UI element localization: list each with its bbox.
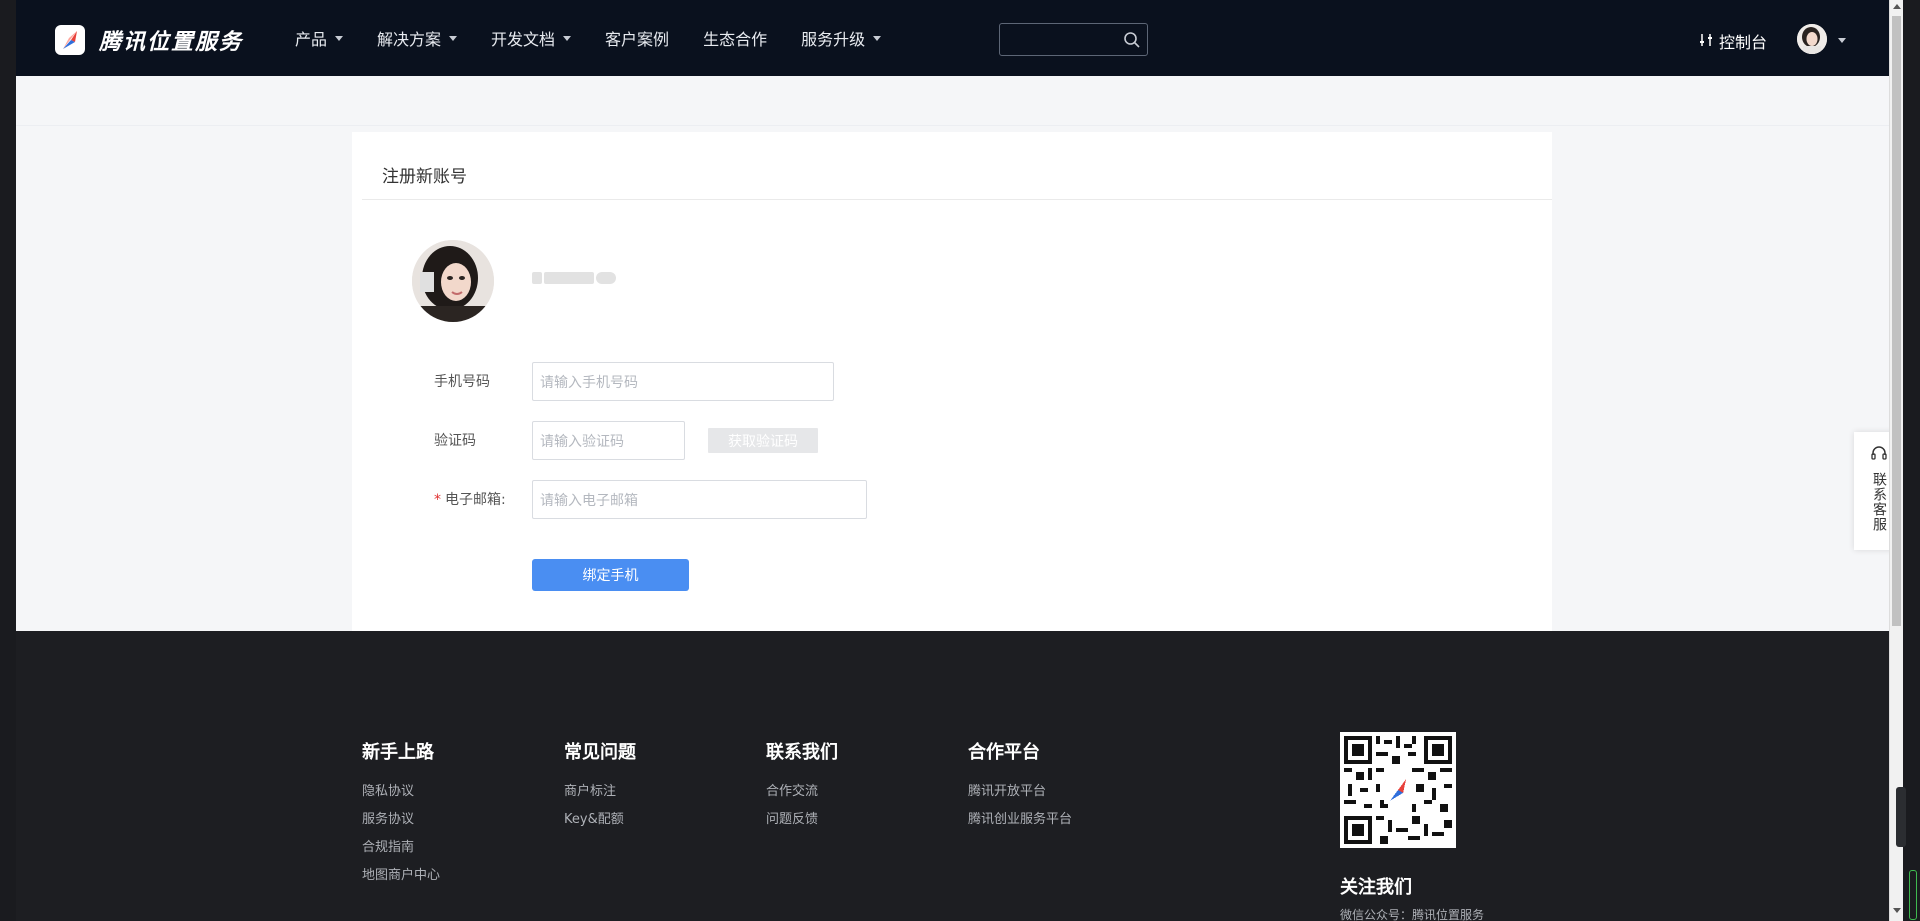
footer-col-title: 新手上路 <box>362 742 434 763</box>
sliders-icon <box>1699 32 1713 51</box>
footer-link-key-quota[interactable]: Key&配额 <box>564 806 636 834</box>
footer-link-startup-platform[interactable]: 腾讯创业服务平台 <box>968 806 1072 834</box>
footer-col-faq: 常见问题 商户标注 Key&配额 <box>564 738 636 834</box>
nav-label: 产品 <box>295 30 328 49</box>
headset-icon <box>1870 444 1888 466</box>
phone-input[interactable] <box>532 362 834 401</box>
footer-link-merchant-center[interactable]: 地图商户中心 <box>362 862 440 890</box>
footer-link-terms[interactable]: 服务协议 <box>362 806 440 834</box>
console-link[interactable]: 控制台 <box>1699 29 1767 53</box>
code-label: 验证码 <box>434 433 476 449</box>
phone-label: 手机号码 <box>434 374 490 390</box>
footer-col-getting-started: 新手上路 隐私协议 服务协议 合规指南 地图商户中心 <box>362 738 440 890</box>
footer-col-title: 合作平台 <box>968 742 1040 763</box>
sub-header-bar <box>16 76 1889 126</box>
footer-link-privacy[interactable]: 隐私协议 <box>362 778 440 806</box>
email-label: * 电子邮箱: <box>434 489 506 509</box>
nav-dev-docs[interactable]: 开发文档 <box>491 26 572 50</box>
required-mark: * <box>434 492 441 508</box>
browser-viewport: 腾讯位置服务 产品 解决方案 开发文档 客户案例 生态合作 服务升级 控制台 注… <box>16 0 1889 921</box>
divider <box>362 199 1552 200</box>
brand-logo[interactable]: 腾讯位置服务 <box>55 24 243 56</box>
nav-label: 生态合作 <box>703 30 768 49</box>
console-label: 控制台 <box>1719 33 1768 52</box>
username-masked <box>532 272 622 284</box>
profile-avatar <box>412 240 494 322</box>
status-indicator <box>1909 870 1917 920</box>
footer-link-cooperation[interactable]: 合作交流 <box>766 778 838 806</box>
footer-link-merchant-tag[interactable]: 商户标注 <box>564 778 636 806</box>
email-input[interactable] <box>532 480 867 519</box>
page-title: 注册新账号 <box>382 167 467 187</box>
nav-solutions[interactable]: 解决方案 <box>377 26 458 50</box>
scroll-down-icon[interactable] <box>1893 908 1901 913</box>
customer-service-label: 联系客服 <box>1871 472 1887 532</box>
nav-products[interactable]: 产品 <box>295 26 344 50</box>
caret-down-icon <box>335 35 344 41</box>
caret-down-icon[interactable] <box>1838 38 1846 43</box>
customer-service-float[interactable]: 联系客服 <box>1854 432 1889 550</box>
nav-service-upgrade[interactable]: 服务升级 <box>801 26 882 50</box>
side-widget <box>1896 787 1906 847</box>
qr-code <box>1340 732 1456 848</box>
window-edge <box>1903 0 1920 921</box>
search-icon[interactable] <box>1123 31 1141 53</box>
caret-down-icon <box>873 35 882 41</box>
verification-code-input[interactable] <box>532 421 685 460</box>
follow-us-title: 关注我们 <box>1340 877 1412 898</box>
search-input[interactable] <box>1000 24 1115 55</box>
wechat-account: 微信公众号：腾讯位置服务 <box>1340 908 1485 921</box>
footer: 新手上路 隐私协议 服务协议 合规指南 地图商户中心 常见问题 商户标注 Key… <box>16 631 1889 921</box>
register-card: 注册新账号 手机号码 验证码 获取验证码 *电 <box>352 132 1552 632</box>
search-box <box>999 23 1148 56</box>
footer-col-contact: 联系我们 合作交流 问题反馈 <box>766 738 838 834</box>
get-code-button[interactable]: 获取验证码 <box>708 428 818 453</box>
compass-logo-icon <box>55 25 85 55</box>
email-label-text: 电子邮箱: <box>445 492 506 508</box>
caret-down-icon <box>449 35 458 41</box>
scrollbar-thumb[interactable] <box>1892 16 1901 626</box>
nav-ecosystem[interactable]: 生态合作 <box>703 26 767 50</box>
nav-label: 解决方案 <box>377 30 442 49</box>
top-header: 腾讯位置服务 产品 解决方案 开发文档 客户案例 生态合作 服务升级 控制台 <box>16 0 1889 76</box>
footer-link-open-platform[interactable]: 腾讯开放平台 <box>968 778 1072 806</box>
nav-label: 服务升级 <box>801 30 866 49</box>
footer-col-title: 常见问题 <box>564 742 636 763</box>
footer-col-title: 联系我们 <box>766 742 838 763</box>
bind-phone-button[interactable]: 绑定手机 <box>532 559 689 591</box>
brand-name: 腾讯位置服务 <box>99 30 244 55</box>
nav-label: 客户案例 <box>605 30 670 49</box>
footer-col-partners: 合作平台 腾讯开放平台 腾讯创业服务平台 <box>968 738 1072 834</box>
footer-link-compliance[interactable]: 合规指南 <box>362 834 440 862</box>
nav-label: 开发文档 <box>491 30 556 49</box>
footer-link-feedback[interactable]: 问题反馈 <box>766 806 838 834</box>
user-avatar[interactable] <box>1797 24 1827 54</box>
scroll-up-icon[interactable] <box>1893 4 1901 9</box>
vertical-scrollbar[interactable] <box>1889 0 1903 921</box>
nav-customer-cases[interactable]: 客户案例 <box>605 26 669 50</box>
main-nav: 产品 解决方案 开发文档 客户案例 生态合作 服务升级 <box>295 0 915 76</box>
caret-down-icon <box>563 35 572 41</box>
